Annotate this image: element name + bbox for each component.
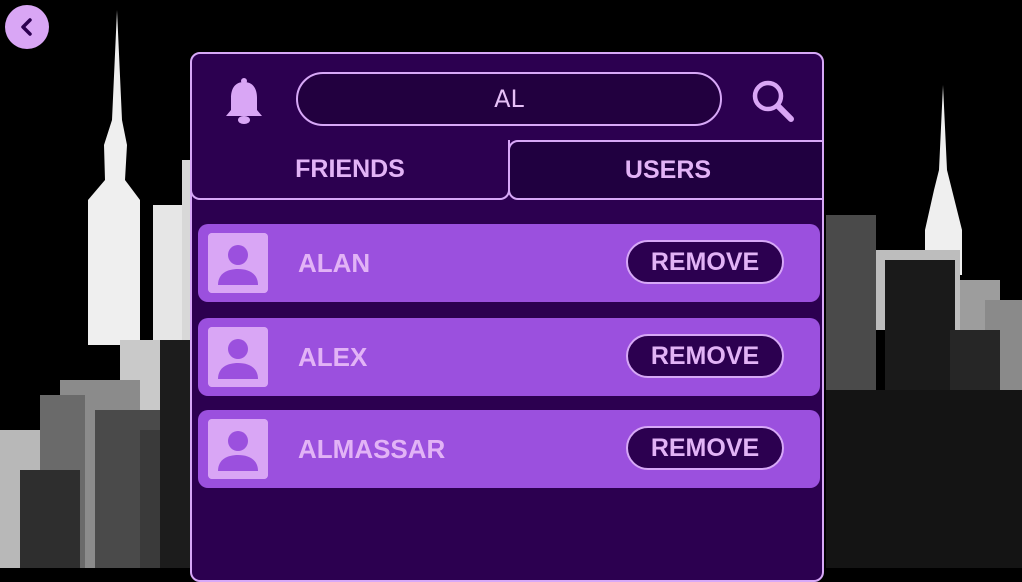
back-button[interactable] bbox=[5, 5, 49, 49]
search-field[interactable] bbox=[296, 72, 722, 126]
remove-button[interactable]: REMOVE bbox=[626, 334, 784, 378]
search-input[interactable] bbox=[317, 84, 701, 114]
bell-icon[interactable] bbox=[224, 78, 264, 124]
list-item: ALAN REMOVE bbox=[198, 224, 820, 302]
user-name: ALEX bbox=[298, 341, 368, 372]
remove-button[interactable]: REMOVE bbox=[626, 426, 784, 470]
search-icon[interactable] bbox=[750, 78, 796, 124]
list-item: ALEX REMOVE bbox=[198, 318, 820, 396]
user-avatar-icon bbox=[208, 419, 268, 479]
user-avatar-icon bbox=[208, 327, 268, 387]
tab-friends[interactable]: FRIENDS bbox=[192, 140, 510, 200]
tab-users[interactable]: USERS bbox=[508, 140, 822, 200]
user-avatar-icon bbox=[208, 233, 268, 293]
user-name: ALMASSAR bbox=[298, 433, 446, 464]
list-item: ALMASSAR REMOVE bbox=[198, 410, 820, 488]
remove-button[interactable]: REMOVE bbox=[626, 240, 784, 284]
user-list: ALAN REMOVE ALEX REMOVE ALMASSAR REMOVE bbox=[198, 224, 820, 504]
chevron-left-icon bbox=[21, 18, 32, 36]
user-name: ALAN bbox=[298, 247, 371, 278]
friends-panel: FRIENDS USERS ALAN REMOVE ALEX REMOVE bbox=[190, 52, 824, 582]
